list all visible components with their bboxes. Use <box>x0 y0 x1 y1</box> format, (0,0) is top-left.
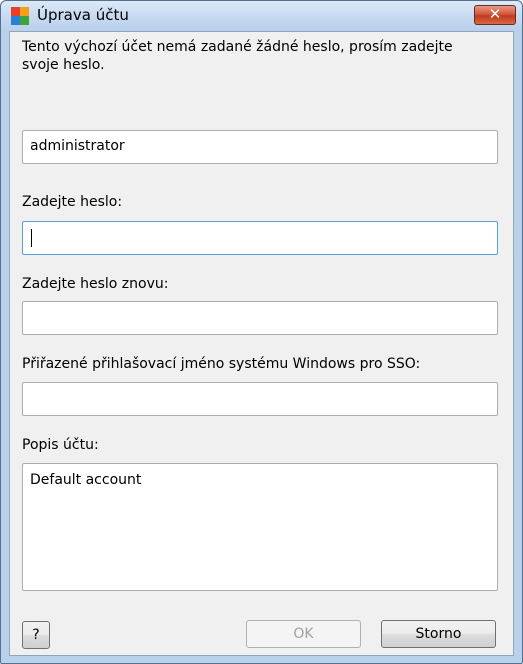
password-confirm-field[interactable] <box>22 301 498 335</box>
password-confirm-label: Zadejte heslo znovu: <box>22 276 169 292</box>
description-textarea[interactable]: Default account <box>22 463 498 591</box>
avg-logo-icon <box>11 7 29 25</box>
windows-login-field[interactable] <box>22 382 498 416</box>
account-name-field[interactable]: administrator <box>22 130 498 164</box>
help-button[interactable]: ? <box>22 621 50 649</box>
ok-button[interactable]: OK <box>246 620 361 648</box>
description-label: Popis účtu: <box>22 437 99 453</box>
windows-login-label: Přiřazené přihlašovací jméno systému Win… <box>22 356 421 372</box>
close-icon: ✕ <box>488 5 502 23</box>
password-field[interactable] <box>22 221 498 255</box>
title-bar[interactable]: Úprava účtu ✕ <box>1 1 522 31</box>
window-title: Úprava účtu <box>37 6 129 24</box>
intro-message: Tento výchozí účet nemá zadané žádné hes… <box>22 39 453 73</box>
password-label: Zadejte heslo: <box>22 194 123 210</box>
cancel-button[interactable]: Storno <box>381 620 496 648</box>
text-caret <box>31 229 32 247</box>
close-button[interactable]: ✕ <box>474 5 516 25</box>
